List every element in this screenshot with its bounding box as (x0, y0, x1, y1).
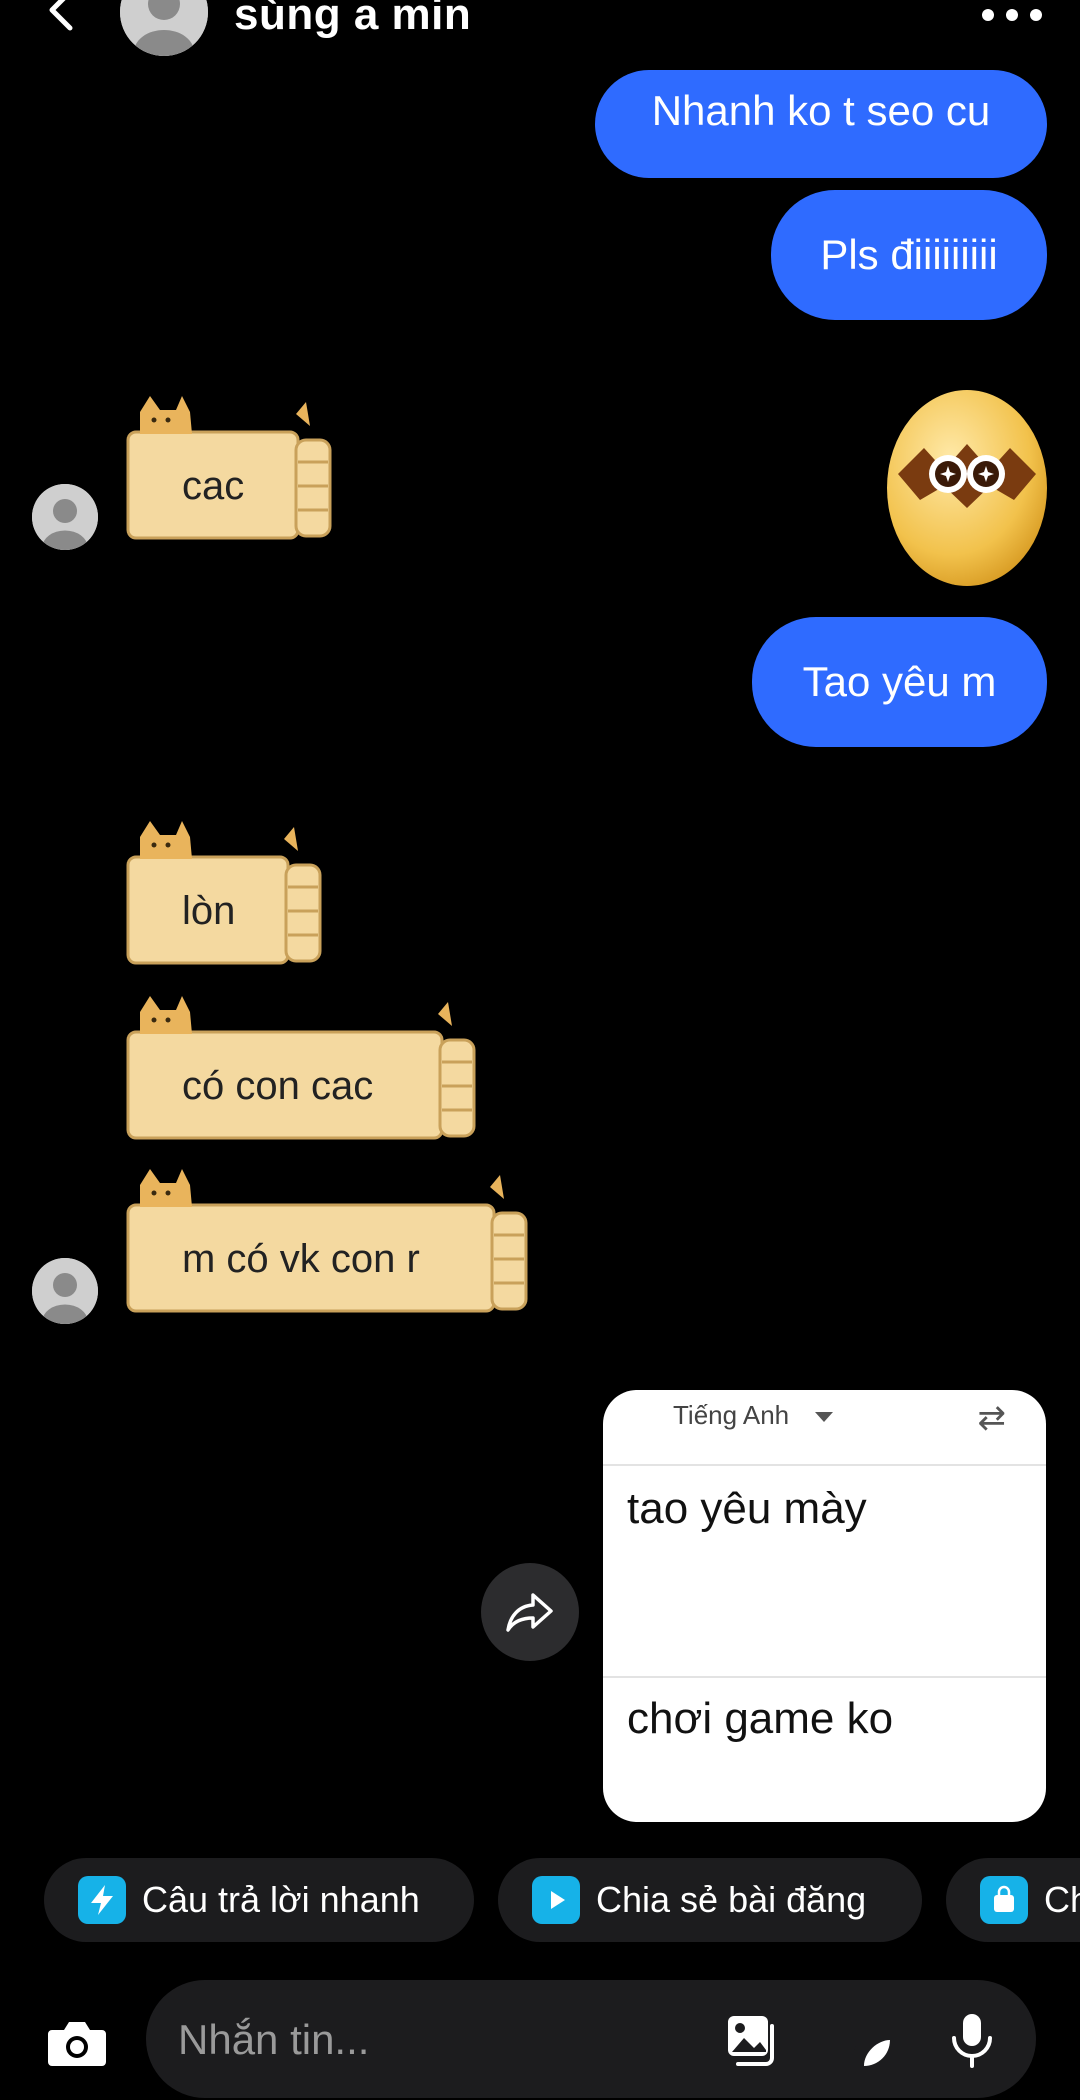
camera-button[interactable] (44, 2010, 110, 2076)
chip-shop[interactable]: Ch (946, 1858, 1080, 1942)
doge-sticker[interactable]: có con cac (120, 990, 485, 1150)
play-icon (532, 1876, 580, 1924)
default-avatar-icon (32, 484, 98, 550)
back-button[interactable] (40, 0, 84, 34)
egg-sticker[interactable] (884, 378, 1050, 588)
result-text: chơi game ko (627, 1694, 894, 1743)
default-avatar-icon (32, 1258, 98, 1324)
gallery-button[interactable] (724, 2010, 784, 2070)
message-composer (146, 1980, 1036, 2098)
egg-sticker-icon (887, 390, 1047, 586)
chip-quick-reply[interactable]: Câu trả lời nhanh (44, 1858, 474, 1942)
sender-avatar[interactable] (32, 484, 98, 550)
message-input[interactable] (176, 2002, 700, 2078)
divider (603, 1464, 1046, 1466)
more-options-button[interactable] (982, 8, 1042, 22)
caret-down-icon (815, 1412, 833, 1422)
doge-sticker[interactable]: m có vk con r (120, 1163, 540, 1323)
shopping-bag-icon (980, 1876, 1028, 1924)
sticker-text: cac (182, 464, 245, 508)
divider (603, 1676, 1046, 1678)
source-text: tao yêu mày (627, 1484, 867, 1533)
sticker-text: m có vk con r (182, 1237, 420, 1281)
microphone-button[interactable] (942, 2010, 1002, 2070)
sticker-button[interactable] (834, 2010, 894, 2070)
sticker-text: lòn (182, 889, 236, 933)
outgoing-message[interactable]: Tao yêu m (752, 617, 1047, 747)
swap-arrows-icon: ⇄ (977, 1399, 1007, 1437)
translate-screenshot-message[interactable]: Tiếng Anh ⇄ tao yêu mày chơi game ko (603, 1390, 1046, 1822)
default-avatar-icon (120, 0, 208, 56)
sticker-icon (838, 2014, 890, 2066)
sender-avatar[interactable] (32, 1258, 98, 1324)
lightning-icon (78, 1876, 126, 1924)
contact-avatar[interactable] (120, 0, 208, 56)
chevron-left-icon (49, 0, 73, 31)
gallery-icon (728, 2016, 774, 2066)
chip-share-post[interactable]: Chia sẻ bài đăng (498, 1858, 922, 1942)
more-horizontal-icon (982, 9, 994, 21)
language-label: Tiếng Anh (673, 1400, 790, 1430)
share-forward-icon (506, 1593, 553, 1632)
camera-icon (48, 2022, 106, 2066)
microphone-icon (952, 2014, 992, 2068)
sticker-text: có con cac (182, 1064, 374, 1108)
outgoing-message[interactable]: Nhanh ko t seo cu (595, 70, 1047, 178)
outgoing-message[interactable]: Pls điiiiiiiii (771, 190, 1047, 320)
doge-sticker[interactable]: lòn (120, 815, 330, 975)
contact-name[interactable]: sùng a min (234, 0, 471, 40)
share-button[interactable] (481, 1563, 579, 1661)
doge-sticker[interactable]: cac (120, 390, 340, 550)
